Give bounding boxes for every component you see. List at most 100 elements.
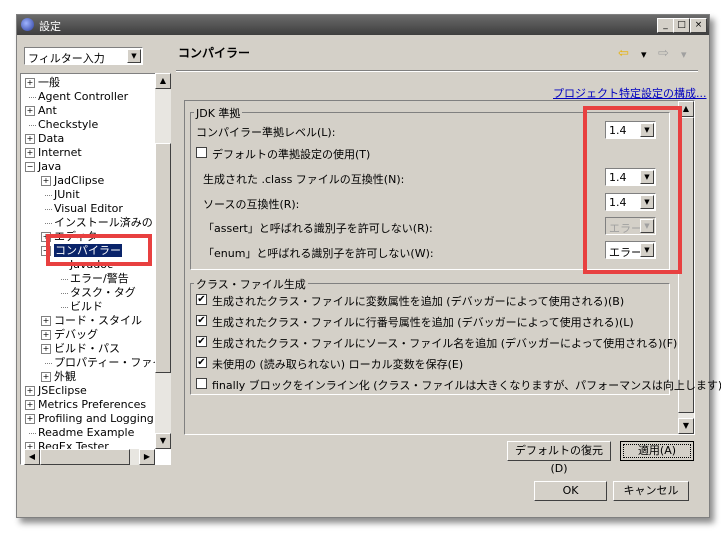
tree-item-label: 外観 xyxy=(54,370,76,383)
expand-icon[interactable]: + xyxy=(41,330,51,340)
tree-item[interactable]: + Internet xyxy=(25,146,82,160)
tree-item[interactable]: + ビルド・パス xyxy=(41,342,120,356)
tree-item-label: Checkstyle xyxy=(38,118,99,131)
preference-tree[interactable]: + 一般 Agent Controller + Ant Checkstyle + Data + I… xyxy=(20,73,171,465)
classfile-option-checkbox[interactable]: ✔ xyxy=(196,294,207,305)
expand-icon[interactable]: + xyxy=(25,386,35,396)
expand-icon[interactable]: + xyxy=(25,148,35,158)
tree-item[interactable]: + 外観 xyxy=(41,370,76,384)
expand-icon[interactable]: + xyxy=(41,316,51,326)
eclipse-app-icon xyxy=(21,18,34,31)
class-compat-label: 生成された .class ファイルの互換性(N): xyxy=(203,173,405,186)
scroll-right-icon[interactable]: ▶ xyxy=(139,449,155,465)
tree-item[interactable]: Visual Editor xyxy=(41,202,123,216)
tree-item[interactable]: JUnit xyxy=(41,188,80,202)
back-arrow-icon[interactable]: ⇦ xyxy=(618,46,629,61)
scroll-thumb[interactable] xyxy=(155,143,171,373)
classfile-option-label: 未使用の (読み取られない) ローカル変数を保存(E) xyxy=(212,358,464,371)
collapse-icon[interactable]: − xyxy=(25,162,35,172)
expand-icon[interactable]: + xyxy=(25,78,35,88)
tree-item-label: Ant xyxy=(38,104,57,117)
page-title: コンパイラー xyxy=(178,46,251,60)
classfile-option-checkbox[interactable] xyxy=(196,378,207,389)
tree-connector xyxy=(29,433,36,434)
tree-item[interactable]: Agent Controller xyxy=(25,90,128,104)
title-bar[interactable]: 設定 _ □ × xyxy=(17,15,709,35)
tree-item-label: ビルド xyxy=(70,300,103,313)
classfile-option-checkbox[interactable]: ✔ xyxy=(196,357,207,368)
tree-item-label: Data xyxy=(38,132,65,145)
maximize-button[interactable]: □ xyxy=(673,18,690,33)
tree-vertical-scrollbar[interactable]: ▲ ▼ xyxy=(155,73,171,449)
window-title: 設定 xyxy=(39,20,61,33)
tree-item-label: インストール済みの xyxy=(54,216,153,229)
tree-connector xyxy=(45,209,52,210)
tree-item[interactable]: プロパティー・ファイ xyxy=(41,356,163,370)
tree-item-label: 一般 xyxy=(38,76,60,89)
tree-item-label: エラー/警告 xyxy=(70,272,129,285)
tree-item-label: Metrics Preferences xyxy=(38,398,147,411)
tree-item[interactable]: + Ant xyxy=(25,104,57,118)
tree-item[interactable]: + Metrics Preferences xyxy=(25,398,146,412)
expand-icon[interactable]: + xyxy=(41,372,51,382)
compliance-level-label: コンパイラー準拠レベル(L): xyxy=(196,126,336,139)
ok-button[interactable]: OK xyxy=(534,481,607,501)
scroll-up-icon[interactable]: ▲ xyxy=(155,73,171,89)
tree-connector xyxy=(61,279,68,280)
tree-item[interactable]: − Java xyxy=(25,160,61,174)
tree-item-label: ビルド・パス xyxy=(54,342,120,355)
restore-defaults-button[interactable]: デフォルトの復元(D) xyxy=(507,441,611,475)
use-default-compliance-checkbox[interactable] xyxy=(196,147,207,158)
tree-item[interactable]: + コード・スタイル xyxy=(41,314,142,328)
back-menu-icon[interactable]: ▾ xyxy=(641,48,647,61)
apply-button[interactable]: 適用(A) xyxy=(620,441,694,461)
classfile-option-checkbox[interactable]: ✔ xyxy=(196,336,207,347)
close-button[interactable]: × xyxy=(690,18,707,33)
expand-icon[interactable]: + xyxy=(25,414,35,424)
tree-item[interactable]: + JadClipse xyxy=(41,174,104,188)
tree-item-label: Java xyxy=(38,160,62,173)
tree-item-label: コード・スタイル xyxy=(54,314,142,327)
tree-item[interactable]: + Profiling and Logging xyxy=(25,412,154,426)
expand-icon[interactable]: + xyxy=(41,176,51,186)
tree-item[interactable]: エラー/警告 xyxy=(57,272,129,286)
tree-connector xyxy=(61,293,68,294)
forward-menu-icon[interactable]: ▾ xyxy=(681,48,687,61)
expand-icon[interactable]: + xyxy=(25,106,35,116)
tree-item[interactable]: + Data xyxy=(25,132,64,146)
scroll-left-icon[interactable]: ◀ xyxy=(24,449,40,465)
tree-item[interactable]: Checkstyle xyxy=(25,118,98,132)
classfile-option-label: finally ブロックをインライン化 (クラス・ファイルは大きくなりますが、パ… xyxy=(212,379,721,392)
tree-highlight-annotation-box xyxy=(46,234,152,266)
tree-item[interactable]: ビルド xyxy=(57,300,103,314)
settings-scroll-down-icon[interactable]: ▼ xyxy=(678,418,694,434)
chevron-down-icon[interactable]: ▼ xyxy=(127,49,141,63)
tree-item[interactable]: タスク・タグ xyxy=(57,286,136,300)
cancel-button[interactable]: キャンセル xyxy=(613,481,689,501)
tree-item-label: Profiling and Logging xyxy=(38,412,154,425)
classfile-option-label: 生成されたクラス・ファイルに行番号属性を追加 (デバッガーによって使用される)(… xyxy=(212,316,634,329)
tree-item[interactable]: Readme Example xyxy=(25,426,134,440)
enum-identifier-label: 「enum」と呼ばれる識別子を許可しない(W): xyxy=(203,247,434,260)
tree-horizontal-scrollbar[interactable]: ◀ ▶ xyxy=(24,449,155,465)
expand-icon[interactable]: + xyxy=(25,134,35,144)
expand-icon[interactable]: + xyxy=(41,344,51,354)
tree-item-label: Readme Example xyxy=(38,426,135,439)
hscroll-thumb[interactable] xyxy=(40,449,130,465)
tree-item[interactable]: + JSEclipse xyxy=(25,384,87,398)
tree-item[interactable]: + デバッグ xyxy=(41,328,98,342)
expand-icon[interactable]: + xyxy=(25,400,35,410)
project-specific-link[interactable]: プロジェクト特定設定の構成... xyxy=(553,85,707,101)
assert-identifier-label: 「assert」と呼ばれる識別子を許可しない(R): xyxy=(203,222,433,235)
jdk-group-title: JDK 準拠 xyxy=(194,105,243,121)
minimize-button[interactable]: _ xyxy=(657,18,674,33)
forward-arrow-icon[interactable]: ⇨ xyxy=(658,46,669,61)
tree-item-label: プロパティー・ファイ xyxy=(54,356,164,369)
scroll-down-icon[interactable]: ▼ xyxy=(155,433,171,449)
classfile-option-checkbox[interactable]: ✔ xyxy=(196,315,207,326)
filter-input[interactable]: フィルター入力 ▼ xyxy=(24,47,143,65)
tree-item[interactable]: インストール済みの xyxy=(41,216,153,230)
tree-item[interactable]: + 一般 xyxy=(25,76,60,90)
classfile-option-label: 生成されたクラス・ファイルにソース・ファイル名を追加 (デバッガーによって使用さ… xyxy=(212,337,678,350)
header-divider-highlight xyxy=(176,71,698,72)
